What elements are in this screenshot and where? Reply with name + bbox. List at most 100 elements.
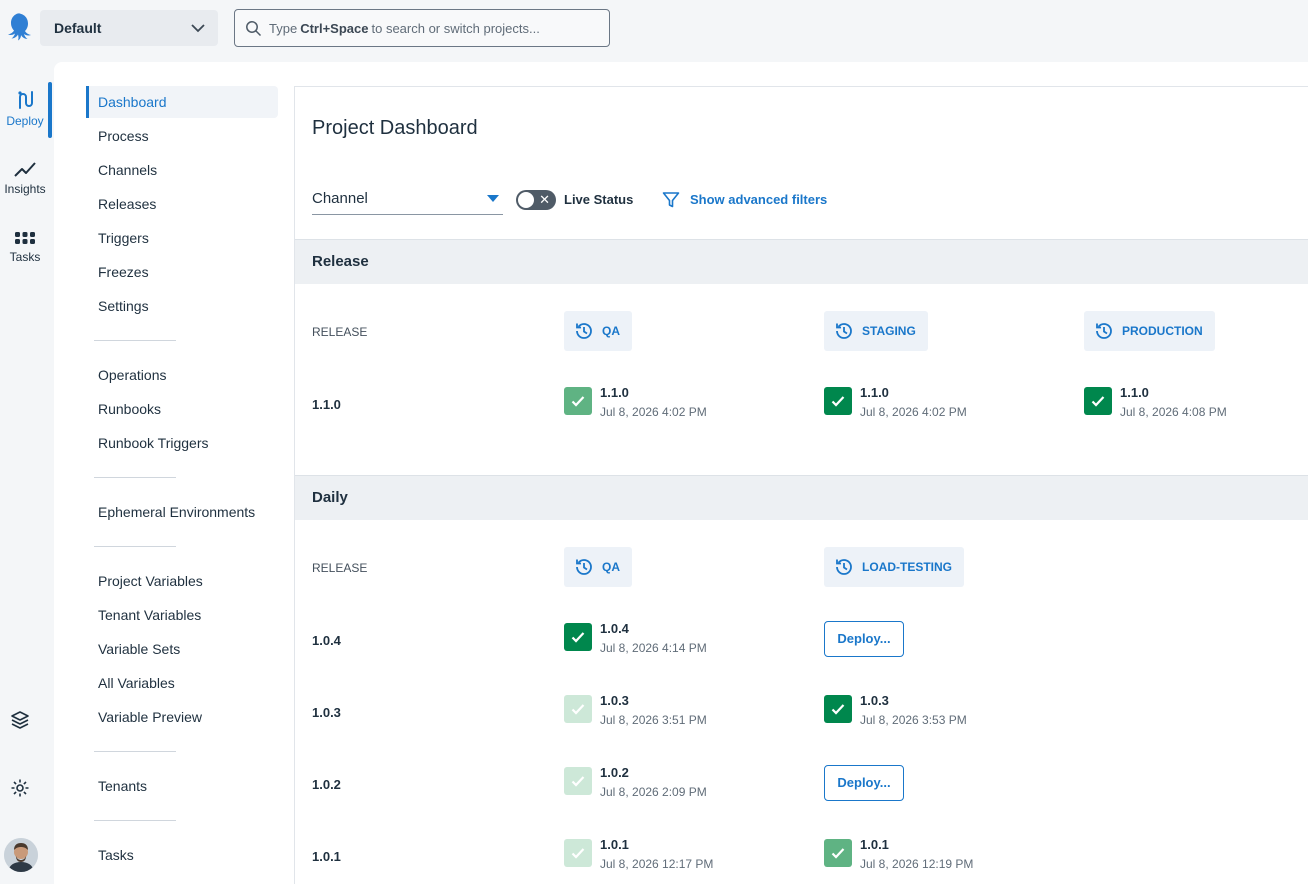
deploy-icon xyxy=(18,91,33,109)
deployment-cell[interactable]: 1.0.1 Jul 8, 2026 12:19 PM xyxy=(824,837,1064,877)
search-shortcut: Ctrl+Space xyxy=(300,20,369,36)
space-selector[interactable]: Default xyxy=(40,10,218,46)
rail-deploy-label: Deploy xyxy=(6,114,44,128)
nav-divider xyxy=(94,340,176,341)
env-header-label: STAGING xyxy=(862,324,916,338)
env-header-qa[interactable]: QA xyxy=(564,547,632,587)
nav-tasks[interactable]: Tasks xyxy=(86,839,278,871)
deployment-cell[interactable]: 1.0.3 Jul 8, 2026 3:53 PM xyxy=(824,693,1064,733)
history-icon xyxy=(836,323,852,339)
avatar-image xyxy=(4,838,38,872)
nav-divider xyxy=(94,820,176,821)
env-header-load-testing[interactable]: LOAD-TESTING xyxy=(824,547,964,587)
release-version[interactable]: 1.0.1 xyxy=(312,849,341,864)
nav-variable-sets[interactable]: Variable Sets xyxy=(86,633,278,665)
nav-runbook-triggers[interactable]: Runbook Triggers xyxy=(86,427,278,459)
deployment-version: 1.0.3 xyxy=(860,693,889,708)
octopus-logo-icon[interactable] xyxy=(4,10,38,44)
success-check-icon xyxy=(564,387,592,415)
deployment-version: 1.1.0 xyxy=(1120,385,1149,400)
nav-process[interactable]: Process xyxy=(86,120,278,152)
deployment-version: 1.0.3 xyxy=(600,693,629,708)
deployment-date: Jul 8, 2026 4:02 PM xyxy=(600,405,707,419)
advanced-filters-link[interactable]: Show advanced filters xyxy=(662,190,827,210)
deploy-button[interactable]: Deploy... xyxy=(824,765,904,801)
deployment-version: 1.0.1 xyxy=(860,837,889,852)
layers-icon[interactable] xyxy=(10,710,30,730)
live-status-label: Live Status xyxy=(564,192,634,207)
success-check-icon xyxy=(564,695,592,723)
history-icon xyxy=(576,559,592,575)
channel-select[interactable]: Channel xyxy=(312,187,503,215)
deployment-date: Jul 8, 2026 4:14 PM xyxy=(600,641,707,655)
channel-select-label: Channel xyxy=(312,190,368,207)
advanced-filters-label: Show advanced filters xyxy=(690,192,828,207)
nav-triggers[interactable]: Triggers xyxy=(86,222,278,254)
history-icon xyxy=(836,559,852,575)
release-version[interactable]: 1.1.0 xyxy=(312,397,341,412)
deployment-cell[interactable]: 1.0.3 Jul 8, 2026 3:51 PM xyxy=(564,693,804,733)
grid-dots-icon xyxy=(15,232,35,244)
toggle-knob xyxy=(518,192,534,208)
release-version[interactable]: 1.0.3 xyxy=(312,705,341,720)
release-version[interactable]: 1.0.4 xyxy=(312,633,341,648)
env-header-label: LOAD-TESTING xyxy=(862,560,952,574)
nav-releases[interactable]: Releases xyxy=(86,188,278,220)
nav-divider xyxy=(94,546,176,547)
nav-tenant-variables[interactable]: Tenant Variables xyxy=(86,599,278,631)
nav-variable-preview[interactable]: Variable Preview xyxy=(86,701,278,733)
user-avatar[interactable] xyxy=(4,838,38,872)
nav-all-variables[interactable]: All Variables xyxy=(86,667,278,699)
dashboard-panel: Project Dashboard Channel ✕ Live Status … xyxy=(294,86,1308,884)
release-version[interactable]: 1.0.2 xyxy=(312,777,341,792)
release-column-header: RELEASE xyxy=(312,561,368,575)
nav-project-variables[interactable]: Project Variables xyxy=(86,565,278,597)
success-check-icon xyxy=(1084,387,1112,415)
nav-dashboard[interactable]: Dashboard xyxy=(86,86,278,118)
gear-icon[interactable] xyxy=(10,778,30,798)
nav-channels[interactable]: Channels xyxy=(86,154,278,186)
deployment-cell[interactable]: 1.1.0 Jul 8, 2026 4:02 PM xyxy=(824,385,1064,425)
deployment-date: Jul 8, 2026 4:02 PM xyxy=(860,405,967,419)
deployment-date: Jul 8, 2026 3:53 PM xyxy=(860,713,967,727)
deployment-version: 1.1.0 xyxy=(600,385,629,400)
deployment-date: Jul 8, 2026 2:09 PM xyxy=(600,785,707,799)
search-placeholder-prefix: Type xyxy=(269,20,298,36)
success-check-icon xyxy=(564,623,592,651)
search-placeholder-suffix: to search or switch projects... xyxy=(371,20,540,36)
deploy-button[interactable]: Deploy... xyxy=(824,621,904,657)
deployment-cell[interactable]: 1.1.0 Jul 8, 2026 4:08 PM xyxy=(1084,385,1308,425)
env-header-label: PRODUCTION xyxy=(1122,324,1203,338)
nav-ephemeral-environments[interactable]: Ephemeral Environments xyxy=(86,496,278,528)
caret-down-icon xyxy=(487,195,499,202)
rail-insights-label: Insights xyxy=(4,182,46,196)
nav-settings[interactable]: Settings xyxy=(86,290,278,322)
deployment-cell[interactable]: 1.1.0 Jul 8, 2026 4:02 PM xyxy=(564,385,804,425)
success-check-icon xyxy=(824,387,852,415)
filter-row: Channel ✕ Live Status Show advanced filt… xyxy=(312,187,1272,217)
nav-freezes[interactable]: Freezes xyxy=(86,256,278,288)
nav-operations[interactable]: Operations xyxy=(86,359,278,391)
nav-tenants[interactable]: Tenants xyxy=(86,770,278,802)
live-status-toggle[interactable]: ✕ xyxy=(516,190,556,210)
rail-tasks[interactable]: Tasks xyxy=(0,232,50,264)
nav-runbooks[interactable]: Runbooks xyxy=(86,393,278,425)
rail-deploy[interactable]: Deploy xyxy=(0,82,52,138)
env-header-qa[interactable]: QA xyxy=(564,311,632,351)
env-header-production[interactable]: PRODUCTION xyxy=(1084,311,1215,351)
space-name: Default xyxy=(54,20,102,36)
search-input[interactable]: Type Ctrl+Space to search or switch proj… xyxy=(234,9,610,47)
rail-insights[interactable]: Insights xyxy=(0,160,50,196)
deployment-date: Jul 8, 2026 3:51 PM xyxy=(600,713,707,727)
deployment-cell[interactable]: 1.0.2 Jul 8, 2026 2:09 PM xyxy=(564,765,804,805)
deployment-cell[interactable]: 1.0.4 Jul 8, 2026 4:14 PM xyxy=(564,621,804,661)
env-header-staging[interactable]: STAGING xyxy=(824,311,928,351)
nav-divider xyxy=(94,477,176,478)
success-check-icon xyxy=(564,767,592,795)
success-check-icon xyxy=(824,839,852,867)
rail-tasks-label: Tasks xyxy=(9,250,41,264)
page-title: Project Dashboard xyxy=(312,117,478,139)
deployment-cell[interactable]: 1.0.1 Jul 8, 2026 12:17 PM xyxy=(564,837,804,877)
release-column-header: RELEASE xyxy=(312,325,368,339)
channel-group-header: Release xyxy=(295,240,1308,284)
